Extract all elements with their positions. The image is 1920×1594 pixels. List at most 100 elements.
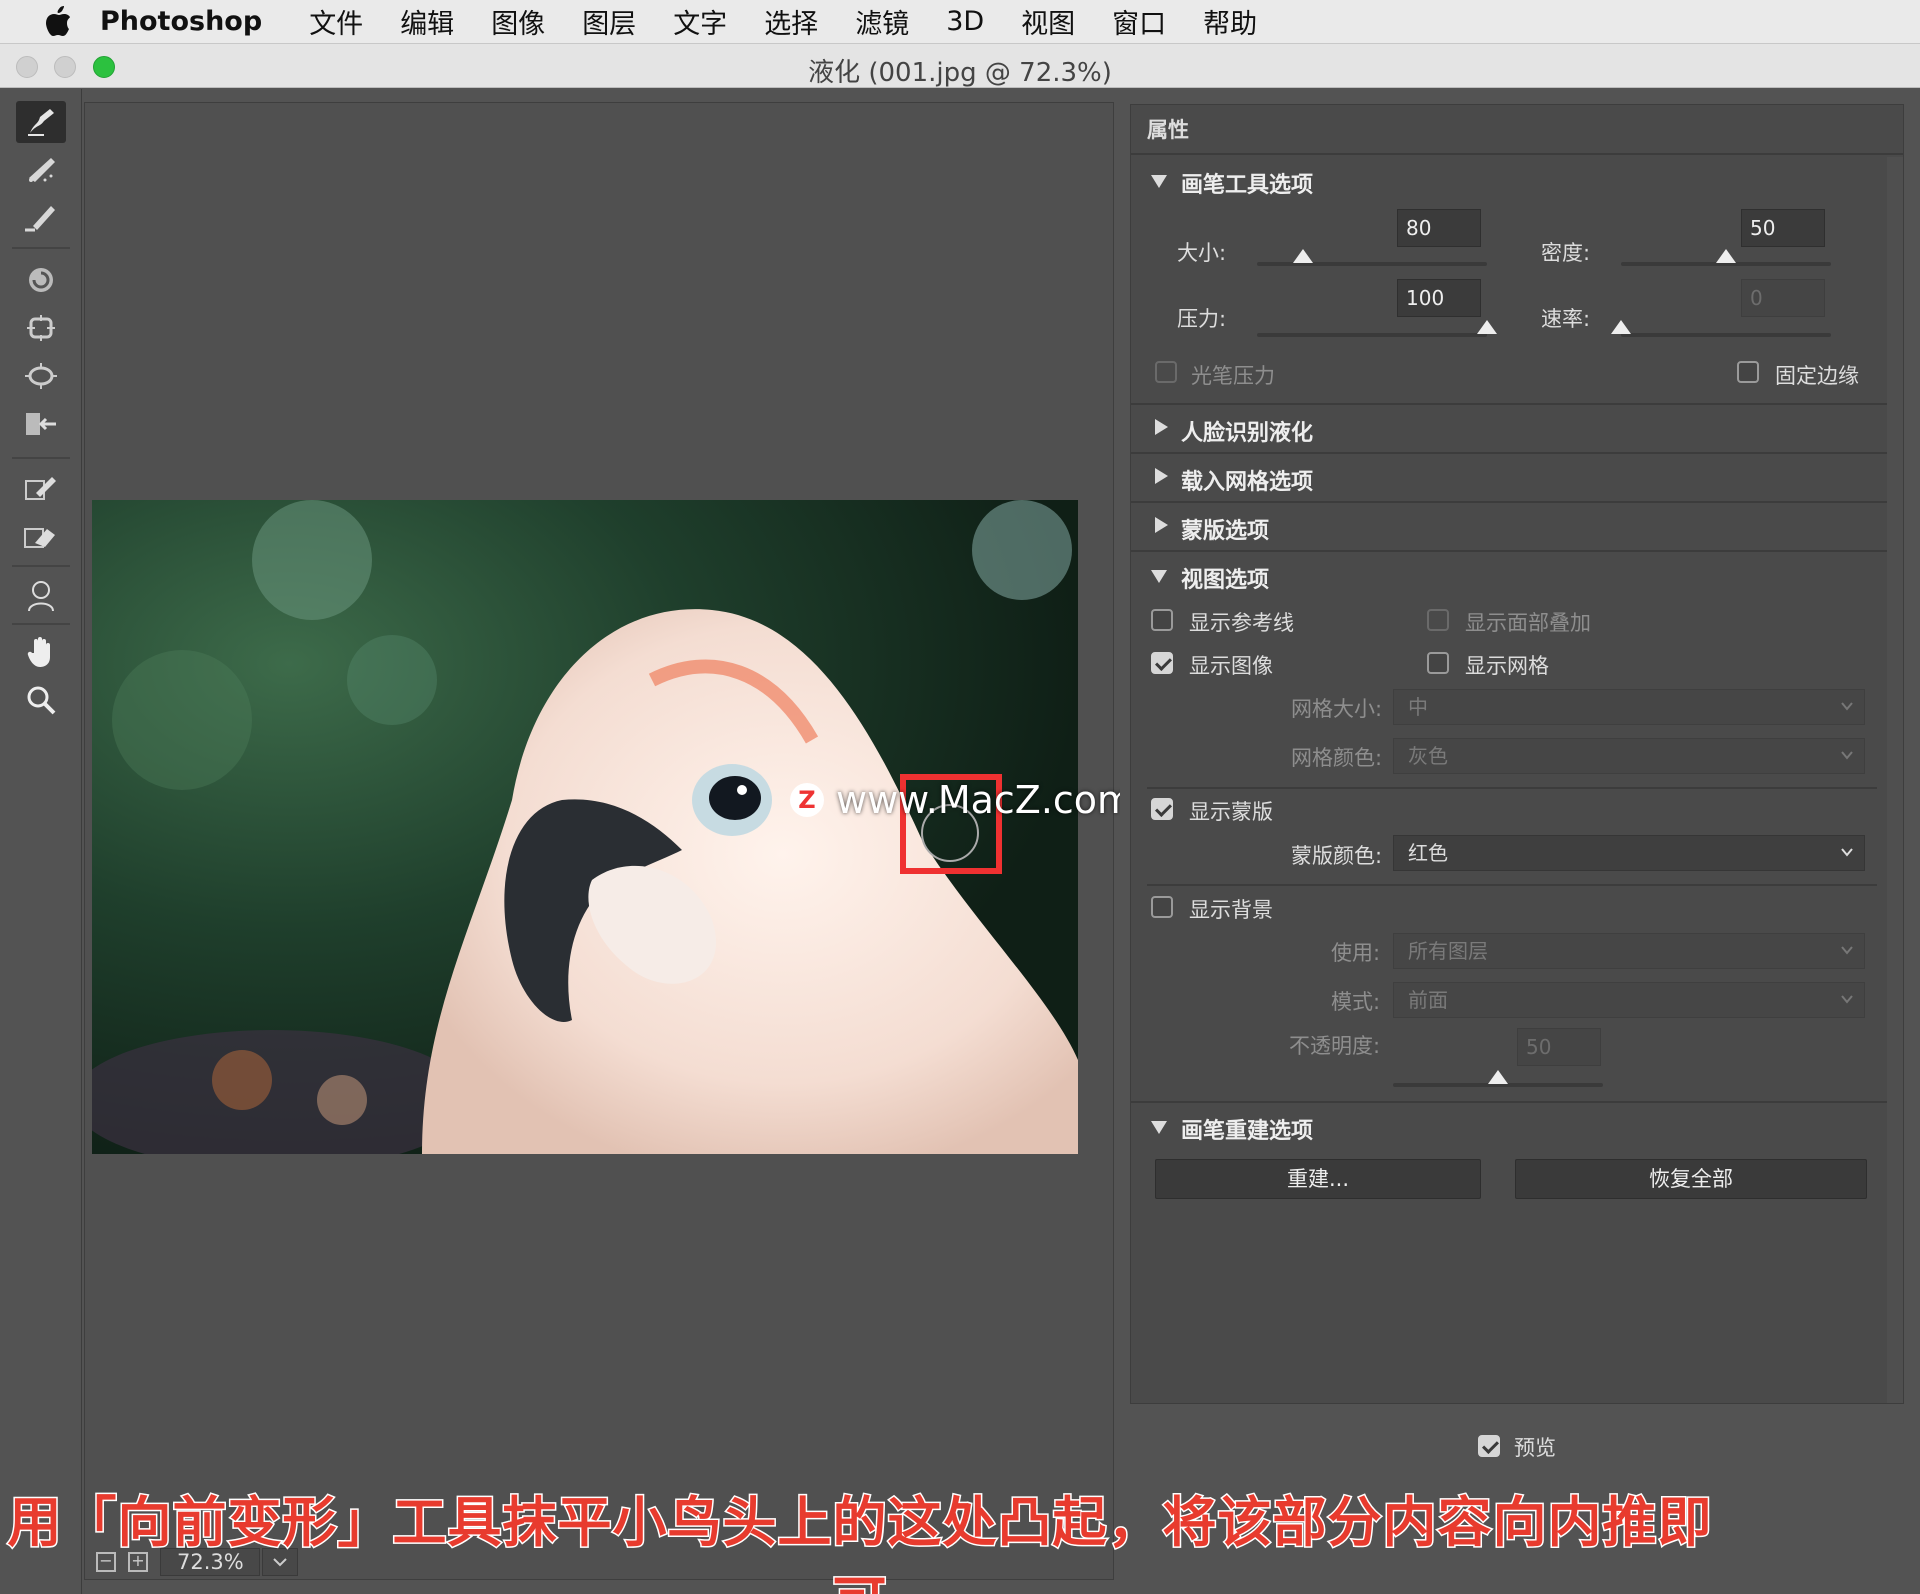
density-field[interactable]: 50 [1741,209,1825,247]
forward-warp-tool-icon[interactable] [16,101,66,143]
menu-type[interactable]: 文字 [673,2,727,41]
opacity-field[interactable]: 50 [1517,1028,1601,1066]
chevron-down-icon [1841,995,1853,1004]
section-title: 画笔工具选项 [1181,173,1314,198]
show-image-checkbox[interactable] [1151,652,1173,674]
preview-label: 预览 [1514,1436,1556,1460]
chevron-down-icon [1841,848,1853,857]
density-slider-thumb[interactable] [1716,249,1736,263]
size-field[interactable]: 80 [1397,209,1481,247]
pucker-tool-icon[interactable] [16,307,66,349]
mesh-size-label: 网格大小: [1291,697,1383,721]
use-value: 所有图层 [1408,939,1488,963]
rate-field[interactable]: 0 [1741,279,1825,317]
show-guides-label: 显示参考线 [1189,611,1294,635]
section-title: 蒙版选项 [1181,519,1270,544]
menu-3d[interactable]: 3D [946,6,984,37]
toolbar-divider [12,247,70,249]
show-backdrop-checkbox[interactable] [1151,896,1173,918]
mode-label: 模式: [1331,990,1381,1014]
section-brush-tool-options[interactable]: 画笔工具选项 [1131,157,1887,205]
toolbar-divider [12,565,70,567]
opacity-label: 不透明度: [1289,1034,1381,1058]
mask-color-select[interactable]: 红色 [1393,835,1865,871]
stylus-pressure-checkbox[interactable] [1155,361,1177,383]
reconstruct-tool-icon[interactable] [16,149,66,191]
show-mesh-checkbox[interactable] [1427,652,1449,674]
zoom-tool-icon[interactable] [16,679,66,721]
disclosure-down-icon [1151,175,1167,188]
section-view-options[interactable]: 视图选项 [1131,550,1887,598]
pressure-slider[interactable] [1257,333,1487,337]
smooth-tool-icon[interactable] [16,197,66,239]
section-brush-reconstruct-options[interactable]: 画笔重建选项 [1131,1101,1887,1149]
size-slider-thumb[interactable] [1293,249,1313,263]
mesh-color-select[interactable]: 灰色 [1393,738,1865,774]
apple-icon[interactable] [36,0,80,44]
tool-panel [0,89,82,1594]
show-face-overlay-checkbox[interactable] [1427,609,1449,631]
disclosure-right-icon [1155,419,1168,435]
properties-scrollbar[interactable] [1887,157,1903,1403]
divider [1147,884,1877,886]
mesh-size-select[interactable]: 中 [1393,689,1865,725]
chevron-down-icon [1841,751,1853,760]
size-label: 大小: [1177,241,1227,265]
thaw-mask-tool-icon[interactable] [16,515,66,557]
push-left-tool-icon[interactable] [16,403,66,445]
twirl-tool-icon[interactable] [16,259,66,301]
section-title: 画笔重建选项 [1181,1119,1314,1144]
section-title: 载入网格选项 [1181,470,1314,495]
pressure-field[interactable]: 100 [1397,279,1481,317]
pressure-slider-thumb[interactable] [1477,320,1497,334]
show-image-label: 显示图像 [1189,654,1273,678]
chevron-down-icon [1841,946,1853,955]
show-mask-label: 显示蒙版 [1189,800,1273,824]
section-mask-options[interactable]: 蒙版选项 [1131,501,1887,549]
disclosure-down-icon [1151,1121,1167,1134]
hand-tool-icon[interactable] [16,631,66,673]
pin-edges-label: 固定边缘 [1775,364,1859,388]
menu-image[interactable]: 图像 [491,2,545,41]
window-title: 液化 (001.jpg @ 72.3%) [808,58,1112,88]
menu-view[interactable]: 视图 [1021,2,1075,41]
show-guides-checkbox[interactable] [1151,609,1173,631]
preview-checkbox[interactable] [1478,1435,1500,1457]
menu-window[interactable]: 窗口 [1112,2,1166,41]
disclosure-down-icon [1151,570,1167,583]
chevron-down-icon [1841,702,1853,711]
mode-select[interactable]: 前面 [1393,982,1865,1018]
section-face-aware-liquify[interactable]: 人脸识别液化 [1131,403,1887,451]
rate-slider-thumb[interactable] [1611,320,1631,334]
menu-file[interactable]: 文件 [309,2,363,41]
density-label: 密度: [1541,241,1591,265]
menu-edit[interactable]: 编辑 [400,2,454,41]
menu-filter[interactable]: 滤镜 [855,2,909,41]
freeze-mask-tool-icon[interactable] [16,467,66,509]
section-title: 人脸识别液化 [1181,421,1314,446]
pressure-label: 压力: [1177,307,1227,331]
mask-color-value: 红色 [1408,841,1448,865]
size-slider[interactable] [1257,262,1487,266]
bloat-tool-icon[interactable] [16,355,66,397]
face-tool-icon[interactable] [16,575,66,617]
section-load-mesh-options[interactable]: 载入网格选项 [1131,452,1887,500]
show-mask-checkbox[interactable] [1151,798,1173,820]
rate-slider[interactable] [1621,333,1831,337]
show-backdrop-label: 显示背景 [1189,898,1273,922]
mask-color-label: 蒙版颜色: [1291,844,1383,868]
window-titlebar: 液化 (001.jpg @ 72.3%) [0,44,1920,88]
reconstruct-button[interactable]: 重建... [1155,1159,1481,1199]
watermark-text: www.MacZ.com [836,778,1135,822]
properties-panel: 属性 画笔工具选项 大小: 80 密度: 50 压力: 100 速率: 0 光笔… [1130,104,1904,1404]
menu-select[interactable]: 选择 [764,2,818,41]
menu-help[interactable]: 帮助 [1203,2,1257,41]
opacity-slider-thumb[interactable] [1488,1070,1508,1084]
show-mesh-label: 显示网格 [1465,654,1549,678]
restore-all-button[interactable]: 恢复全部 [1515,1159,1867,1199]
use-select[interactable]: 所有图层 [1393,933,1865,969]
menu-bar: Photoshop 文件 编辑 图像 图层 文字 选择 滤镜 3D 视图 窗口 … [0,0,1920,44]
menu-app-name[interactable]: Photoshop [100,6,262,37]
menu-layer[interactable]: 图层 [582,2,636,41]
pin-edges-checkbox[interactable] [1737,361,1759,383]
